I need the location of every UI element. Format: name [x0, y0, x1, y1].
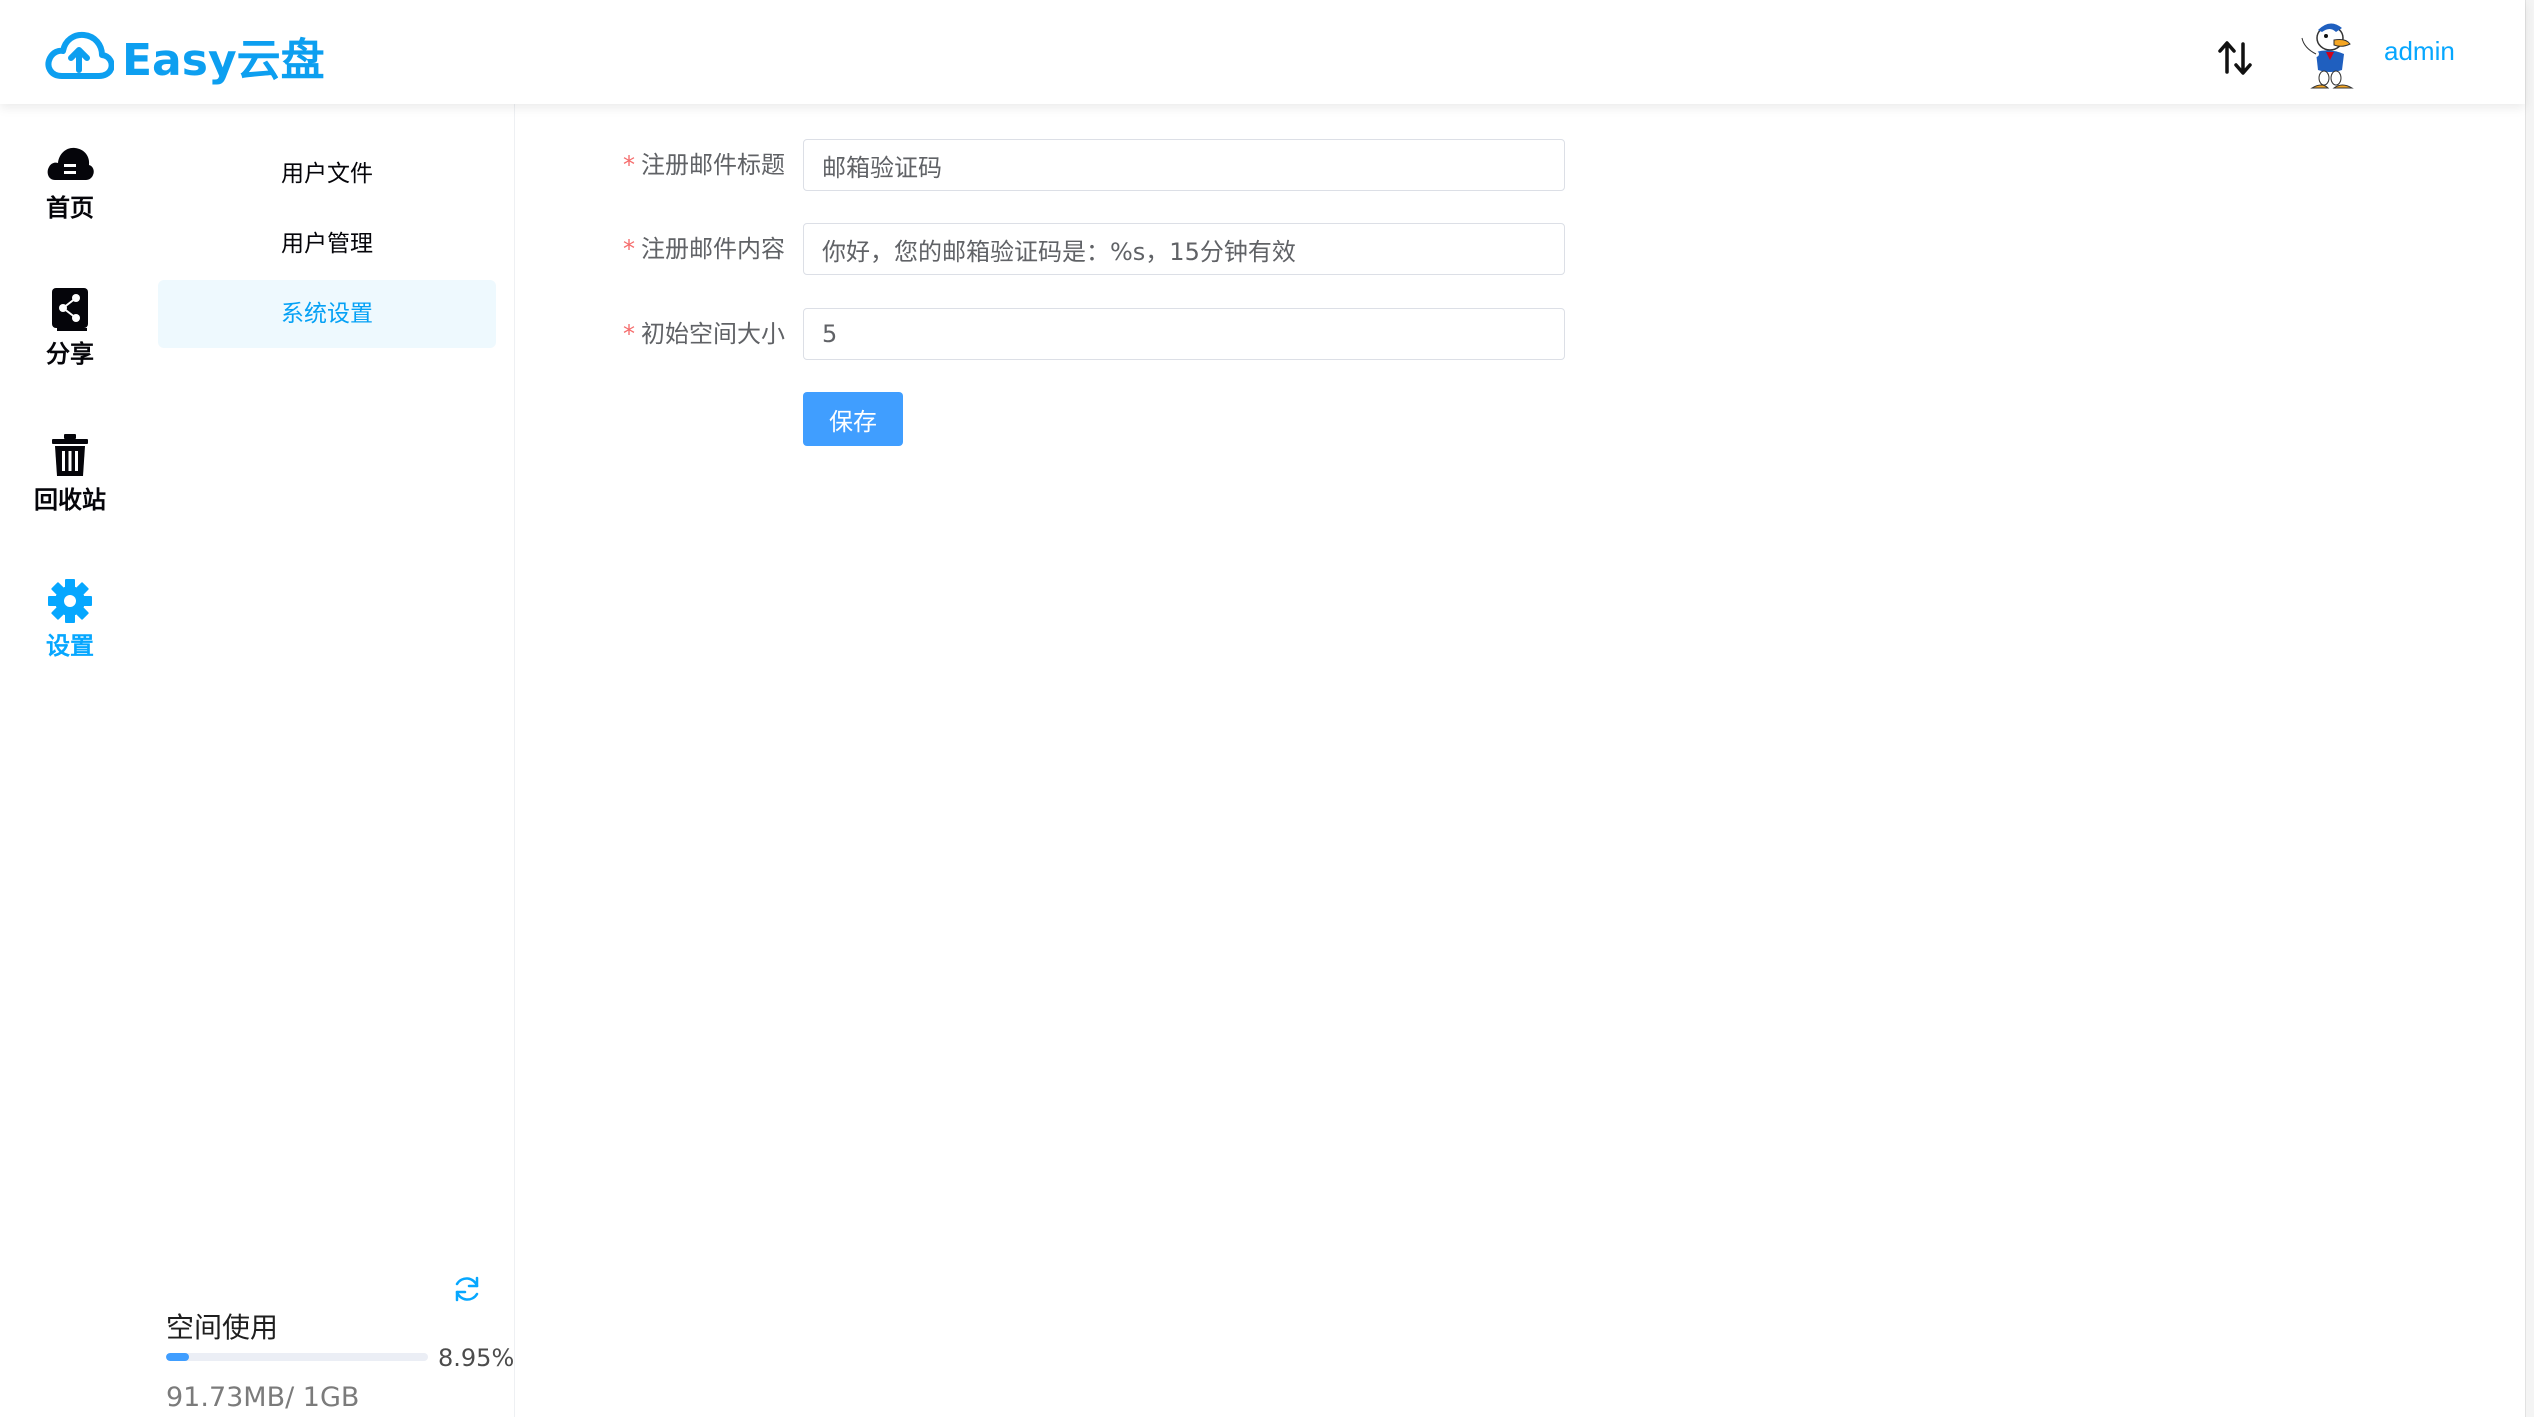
- save-button[interactable]: 保存: [803, 392, 903, 446]
- required-mark: *: [623, 320, 635, 348]
- top-header: Easy云盘 admin: [0, 0, 2525, 104]
- required-mark: *: [623, 151, 635, 179]
- sub-menu: 用户文件 用户管理 系统设置 空间使用 8.95% 91.73MB/ 1GB: [140, 104, 515, 1417]
- submenu-item-user-management[interactable]: 用户管理: [158, 210, 496, 278]
- duck-avatar[interactable]: [2296, 18, 2366, 94]
- cloud-icon: [47, 147, 94, 180]
- refresh-icon[interactable]: [452, 1274, 482, 1304]
- menu-item-share[interactable]: 分享: [0, 286, 140, 396]
- space-percent: 8.95%: [438, 1344, 515, 1372]
- menu-label-share: 分享: [46, 340, 94, 368]
- initial-space-input[interactable]: [803, 308, 1565, 360]
- share-icon: [52, 288, 88, 331]
- main-menu: 首页 分享 回收站 设置: [0, 104, 140, 1417]
- space-usage-title: 空间使用: [166, 1311, 279, 1344]
- menu-item-recycle[interactable]: 回收站: [0, 432, 140, 542]
- form-label-initial-space: * 初始空间大小: [623, 320, 785, 348]
- form-label-email-title: * 注册邮件标题: [623, 151, 785, 179]
- menu-label-home: 首页: [46, 194, 94, 222]
- menu-label-settings: 设置: [46, 632, 94, 660]
- space-used-text: 91.73MB/ 1GB: [166, 1382, 360, 1413]
- menu-item-home[interactable]: 首页: [0, 140, 140, 250]
- gear-icon: [48, 579, 92, 623]
- username-link[interactable]: admin: [2384, 36, 2455, 67]
- menu-label-recycle: 回收站: [34, 486, 106, 514]
- menu-item-settings[interactable]: 设置: [0, 578, 140, 688]
- sort-arrows-icon[interactable]: [2216, 38, 2254, 78]
- window-edge: [2525, 0, 2534, 1417]
- trash-icon: [52, 434, 88, 476]
- required-mark: *: [623, 235, 635, 263]
- email-content-input[interactable]: [803, 223, 1565, 275]
- submenu-item-user-files[interactable]: 用户文件: [158, 140, 496, 208]
- form-label-email-content: * 注册邮件内容: [623, 235, 785, 263]
- cloud-upload-icon: [45, 31, 114, 79]
- app-logo[interactable]: Easy云盘: [44, 26, 325, 86]
- app-name: Easy云盘: [122, 35, 325, 86]
- email-title-input[interactable]: [803, 139, 1565, 191]
- submenu-item-system-settings[interactable]: 系统设置: [158, 280, 496, 348]
- space-usage: 空间使用 8.95% 91.73MB/ 1GB: [166, 1306, 516, 1416]
- space-progress-fill: [166, 1353, 190, 1361]
- space-progress-bar: [166, 1353, 428, 1361]
